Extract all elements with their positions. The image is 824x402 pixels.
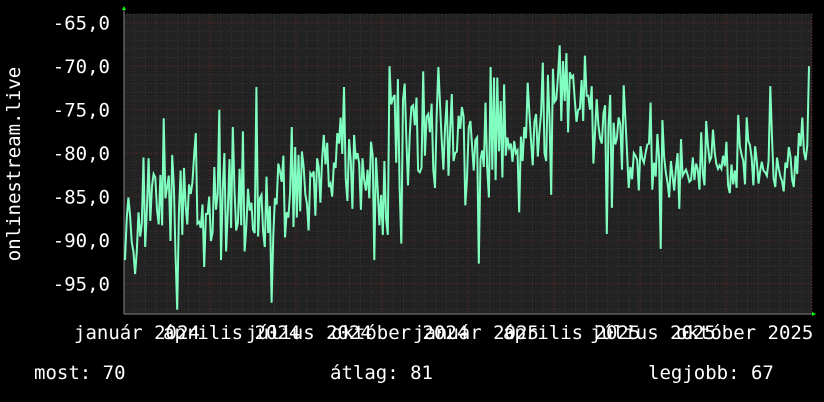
y-axis-title: onlinestream.live — [3, 67, 25, 261]
y-tick-label: -95,0 — [53, 274, 110, 296]
y-axis-arrow-icon — [122, 6, 126, 10]
best-value-stat: legjobb: 67 — [648, 362, 774, 384]
y-axis: -65,0 -70,0 -75,0 -80,0 -85,0 -90,0 -95,0 — [53, 10, 125, 314]
y-tick-label: -85,0 — [53, 187, 110, 209]
x-tick-label: október 2025 — [676, 322, 813, 344]
line-chart: -65,0 -70,0 -75,0 -80,0 -85,0 -90,0 -95,0 janu… — [3, 6, 816, 344]
y-tick-label: -90,0 — [53, 230, 110, 252]
y-tick-label: -80,0 — [53, 143, 110, 165]
current-value-stat: most: 70 — [34, 362, 126, 384]
y-tick-label: -70,0 — [53, 56, 110, 78]
x-axis-arrow-icon — [812, 312, 816, 316]
y-tick-label: -75,0 — [53, 100, 110, 122]
x-axis: január 2024április 2024július 2024októbe… — [74, 313, 814, 344]
y-tick-label: -65,0 — [53, 13, 110, 35]
average-value-stat: átlag: 81 — [330, 362, 433, 384]
